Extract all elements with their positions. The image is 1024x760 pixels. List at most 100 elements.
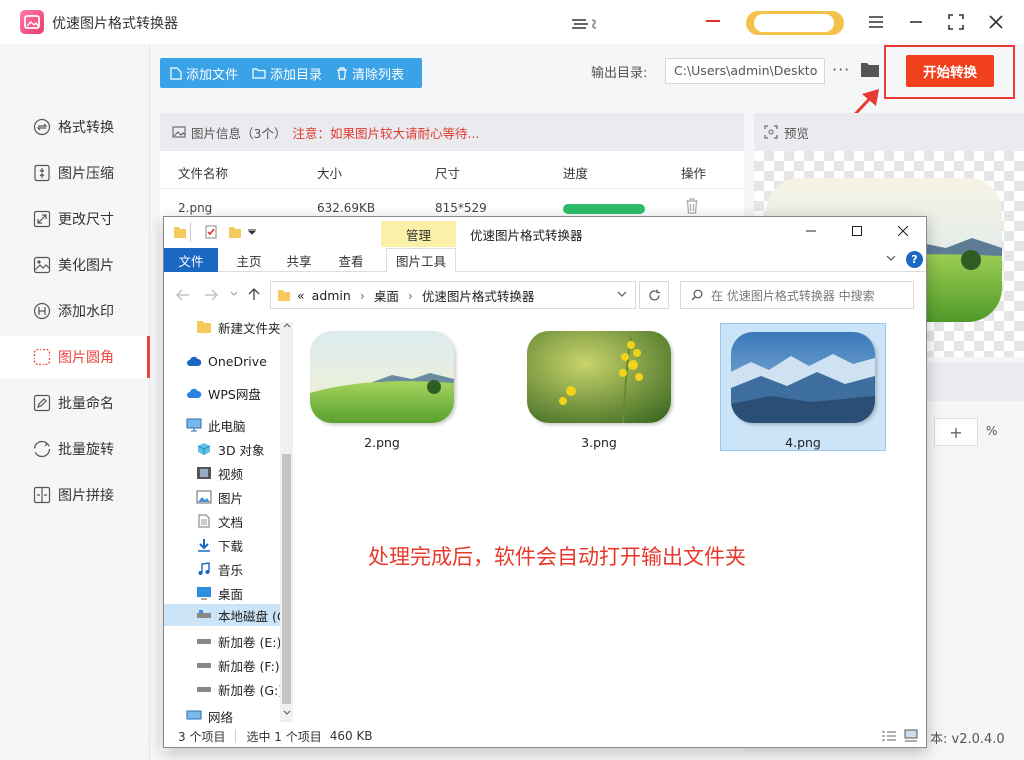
nav-wps-drive[interactable]: WPS网盘 bbox=[186, 382, 261, 404]
add-file-button[interactable]: 添加文件 bbox=[170, 64, 238, 83]
properties-icon[interactable] bbox=[204, 225, 218, 239]
folder-quick-icon[interactable] bbox=[173, 225, 187, 239]
version-label: 本: v2.0.4.0 bbox=[930, 732, 1005, 747]
minimize-icon[interactable] bbox=[904, 10, 928, 34]
nav-onedrive[interactable]: OneDrive bbox=[186, 350, 267, 372]
clear-list-button[interactable]: 清除列表 bbox=[336, 64, 404, 83]
nav-network[interactable]: 网络 bbox=[186, 708, 233, 724]
open-folder-icon[interactable] bbox=[860, 61, 880, 78]
back-icon[interactable] bbox=[176, 289, 190, 301]
ribbon-expand-icon[interactable] bbox=[886, 255, 896, 262]
add-folder-button[interactable]: 添加目录 bbox=[252, 64, 322, 83]
drive-icon bbox=[197, 687, 211, 692]
breadcrumb-current-folder[interactable]: 优速图片格式转换器 bbox=[422, 286, 535, 305]
nav-documents[interactable]: 文档 bbox=[196, 510, 243, 532]
sidebar-item-beautify[interactable]: 美化图片 bbox=[0, 244, 150, 286]
output-dir-browse-button[interactable]: ··· bbox=[832, 60, 850, 79]
delete-row-icon[interactable] bbox=[685, 198, 699, 214]
details-view-icon[interactable] bbox=[882, 730, 896, 742]
breadcrumb-desktop[interactable]: 桌面 bbox=[374, 286, 399, 305]
document-icon bbox=[198, 514, 210, 528]
folder-icon bbox=[278, 289, 290, 301]
nav-downloads[interactable]: 下载 bbox=[196, 534, 243, 556]
close-icon[interactable] bbox=[984, 10, 1008, 34]
selected-count: 选中 1 个项目 bbox=[246, 729, 322, 744]
sidebar-item-label: 图片圆角 bbox=[58, 350, 114, 366]
refresh-icon[interactable] bbox=[639, 281, 669, 309]
customize-dropdown-icon[interactable] bbox=[248, 229, 256, 235]
preview-icon bbox=[764, 125, 778, 139]
user-account-pill[interactable] bbox=[746, 11, 844, 35]
nav-pictures[interactable]: 图片 bbox=[196, 486, 243, 508]
breadcrumb-admin[interactable]: admin bbox=[312, 288, 351, 303]
nav-desktop[interactable]: 桌面 bbox=[196, 582, 243, 604]
start-convert-button[interactable]: 开始转换 bbox=[906, 55, 994, 87]
sidebar-item-label: 格式转换 bbox=[58, 120, 114, 136]
sidebar-item-round-corner[interactable]: 图片圆角 bbox=[0, 336, 150, 378]
recent-locations-icon[interactable] bbox=[230, 291, 238, 297]
drive-icon bbox=[197, 610, 211, 618]
status-divider bbox=[235, 729, 237, 743]
sidebar-item-stitch[interactable]: 图片拼接 bbox=[0, 474, 150, 516]
sidebar-item-compress[interactable]: 图片压缩 bbox=[0, 152, 150, 194]
tab-picture-tools[interactable]: 图片工具 bbox=[386, 248, 456, 272]
sidebar-item-rename[interactable]: 批量命名 bbox=[0, 382, 150, 424]
large-icons-view-icon[interactable] bbox=[904, 729, 918, 742]
sidebar-item-format-convert[interactable]: 格式转换 bbox=[0, 106, 150, 148]
nav-music[interactable]: 音乐 bbox=[196, 558, 243, 580]
zoom-in-button[interactable]: + bbox=[934, 418, 978, 446]
explorer-maximize-icon[interactable] bbox=[842, 220, 872, 242]
nav-label: OneDrive bbox=[208, 353, 267, 369]
menu-icon[interactable] bbox=[864, 10, 888, 34]
explorer-minimize-icon[interactable] bbox=[796, 220, 826, 242]
nav-label: 桌面 bbox=[218, 586, 244, 602]
nav-new-folder[interactable]: 新建文件夹 bbox=[196, 316, 281, 338]
nav-3d-objects[interactable]: 3D 对象 bbox=[196, 438, 265, 460]
title-bar: 优速图片格式转换器 bbox=[0, 0, 1024, 44]
file-item-4[interactable]: 4.png bbox=[720, 323, 886, 451]
forward-icon[interactable] bbox=[204, 289, 218, 301]
search-input[interactable]: 在 优速图片格式转换器 中搜索 bbox=[680, 281, 914, 309]
nav-this-pc[interactable]: 此电脑 bbox=[186, 414, 246, 436]
explorer-close-icon[interactable] bbox=[888, 220, 918, 242]
sidebar: 格式转换 图片压缩 更改尺寸 美化图片 添加水印 图片圆角 批量命名 批量旋转 … bbox=[0, 44, 150, 760]
resize-icon bbox=[33, 210, 51, 228]
nav-label: 新建文件夹 bbox=[218, 320, 281, 336]
drive-icon bbox=[197, 663, 211, 668]
output-dir-label: 输出目录: bbox=[591, 66, 648, 81]
nav-local-disk-c[interactable]: 本地磁盘 (C bbox=[196, 604, 286, 626]
rename-icon bbox=[33, 394, 51, 412]
nav-volume-e[interactable]: 新加卷 (E:) bbox=[196, 630, 281, 652]
nav-volume-g[interactable]: 新加卷 (G:) bbox=[196, 678, 283, 700]
help-icon[interactable]: ? bbox=[906, 251, 923, 268]
nav-videos[interactable]: 视频 bbox=[196, 462, 243, 484]
address-bar[interactable]: « admin › 桌面 › 优速图片格式转换器 bbox=[270, 281, 636, 309]
address-dropdown-icon[interactable] bbox=[617, 291, 627, 298]
tab-share[interactable]: 共享 bbox=[276, 248, 322, 272]
nav-label: 网络 bbox=[208, 709, 234, 725]
preview-title: 预览 bbox=[784, 125, 810, 141]
tab-view[interactable]: 查看 bbox=[328, 248, 374, 272]
file-item-2[interactable]: 2.png bbox=[299, 323, 465, 451]
tab-home[interactable]: 主页 bbox=[226, 248, 272, 272]
scroll-down-icon[interactable] bbox=[283, 710, 291, 716]
navigation-scrollbar-thumb[interactable] bbox=[282, 454, 291, 704]
scroll-up-icon[interactable] bbox=[283, 322, 291, 328]
file-item-3[interactable]: 3.png bbox=[516, 323, 682, 451]
maximize-icon[interactable] bbox=[944, 10, 968, 34]
app-logo-icon bbox=[20, 10, 44, 34]
nav-volume-f[interactable]: 新加卷 (F:) bbox=[196, 654, 280, 676]
up-icon[interactable] bbox=[248, 287, 260, 301]
breadcrumb-overflow[interactable]: « bbox=[297, 288, 305, 303]
tab-manage[interactable]: 管理 bbox=[381, 221, 456, 247]
sidebar-item-rotate[interactable]: 批量旋转 bbox=[0, 428, 150, 470]
sidebar-item-label: 批量命名 bbox=[58, 396, 114, 412]
sidebar-item-resize[interactable]: 更改尺寸 bbox=[0, 198, 150, 240]
sidebar-item-watermark[interactable]: 添加水印 bbox=[0, 290, 150, 332]
new-folder-icon[interactable] bbox=[228, 225, 242, 239]
file-thumbnail bbox=[527, 331, 671, 423]
cube-icon bbox=[197, 443, 211, 455]
tab-file[interactable]: 文件 bbox=[164, 248, 218, 272]
quick-access-divider bbox=[190, 222, 191, 242]
sidebar-item-label: 批量旋转 bbox=[58, 442, 114, 458]
